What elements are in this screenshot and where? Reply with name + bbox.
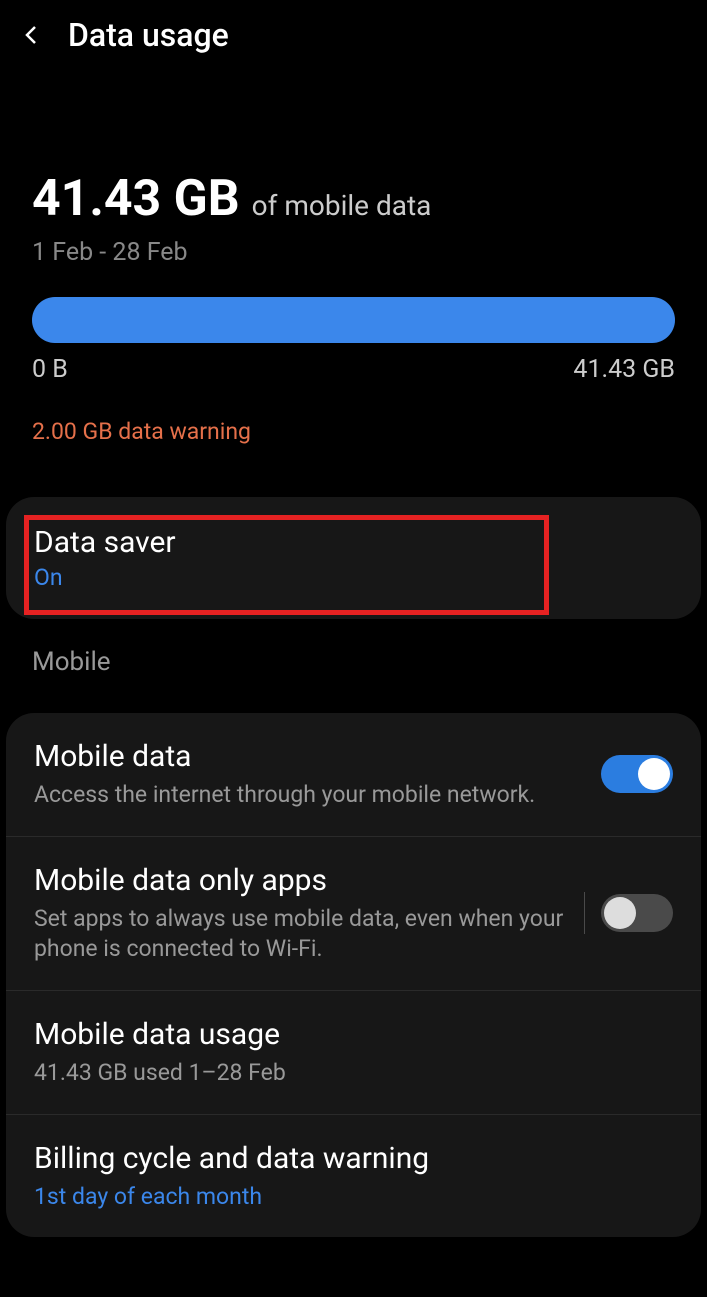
mobile-data-usage-desc: 41.43 GB used 1–28 Feb <box>34 1058 673 1088</box>
mobile-data-toggle[interactable] <box>601 755 673 793</box>
mobile-data-usage-row[interactable]: Mobile data usage 41.43 GB used 1–28 Feb <box>6 991 701 1115</box>
header: Data usage <box>0 0 707 70</box>
billing-cycle-title: Billing cycle and data warning <box>34 1141 673 1176</box>
billing-cycle-desc: 1st day of each month <box>34 1182 673 1212</box>
mobile-data-usage-title: Mobile data usage <box>34 1017 673 1052</box>
toggle-knob <box>604 897 636 929</box>
mobile-data-title: Mobile data <box>34 739 585 774</box>
setting-text: Mobile data usage 41.43 GB used 1–28 Feb <box>34 1017 673 1088</box>
progress-labels: 0 B 41.43 GB <box>32 355 675 384</box>
usage-summary: 41.43 GB of mobile data 1 Feb - 28 Feb 0… <box>0 70 707 473</box>
usage-value: 41.43 GB <box>32 170 240 228</box>
vertical-divider <box>584 892 585 934</box>
back-icon[interactable] <box>20 23 44 47</box>
usage-period: 1 Feb - 28 Feb <box>32 238 675 267</box>
toggle-knob <box>638 758 670 790</box>
mobile-data-desc: Access the internet through your mobile … <box>34 780 585 810</box>
progress-max: 41.43 GB <box>573 355 675 384</box>
usage-progress-bar[interactable] <box>32 297 675 343</box>
usage-amount: 41.43 GB of mobile data <box>32 170 675 228</box>
billing-cycle-row[interactable]: Billing cycle and data warning 1st day o… <box>6 1115 701 1238</box>
mobile-data-row[interactable]: Mobile data Access the internet through … <box>6 713 701 837</box>
data-warning-text: 2.00 GB data warning <box>32 418 675 445</box>
progress-min: 0 B <box>32 355 68 384</box>
setting-text: Mobile data Access the internet through … <box>34 739 585 810</box>
usage-suffix: of mobile data <box>252 189 432 222</box>
data-saver-row[interactable]: Data saver On <box>6 497 701 619</box>
highlight-annotation <box>24 515 549 615</box>
setting-text: Mobile data only apps Set apps to always… <box>34 863 568 964</box>
section-label-mobile: Mobile <box>0 619 707 689</box>
mobile-only-apps-desc: Set apps to always use mobile data, even… <box>34 904 568 964</box>
page-title: Data usage <box>68 16 229 54</box>
mobile-only-apps-title: Mobile data only apps <box>34 863 568 898</box>
mobile-settings-card: Mobile data Access the internet through … <box>6 713 701 1237</box>
setting-text: Billing cycle and data warning 1st day o… <box>34 1141 673 1212</box>
mobile-only-apps-row[interactable]: Mobile data only apps Set apps to always… <box>6 837 701 991</box>
mobile-only-apps-toggle[interactable] <box>601 894 673 932</box>
